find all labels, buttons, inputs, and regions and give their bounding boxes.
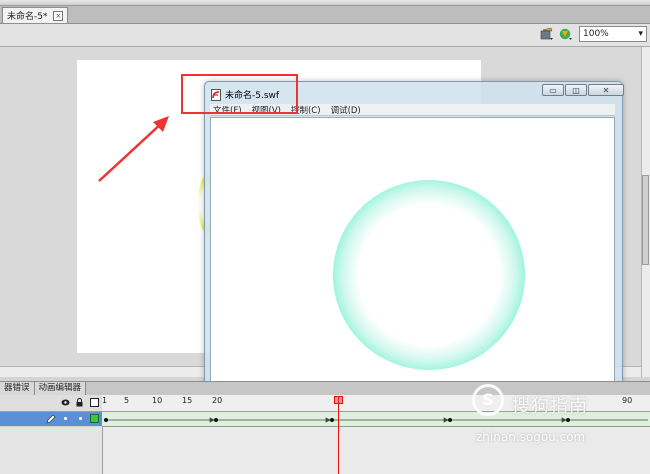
document-tab-bar: 未命名-5* × bbox=[0, 6, 650, 24]
visibility-dot[interactable] bbox=[64, 417, 67, 420]
close-button[interactable]: ✕ bbox=[588, 84, 624, 96]
watermark-logo: S bbox=[472, 384, 504, 416]
playhead[interactable] bbox=[338, 397, 339, 474]
vertical-scrollbar-thumb[interactable] bbox=[642, 175, 649, 265]
playhead-handle[interactable] bbox=[334, 396, 343, 404]
annotation-arrow bbox=[98, 116, 169, 182]
tab-compiler-errors[interactable]: 器错误 bbox=[0, 382, 35, 395]
lock-icon[interactable] bbox=[76, 398, 83, 407]
lock-dot[interactable] bbox=[79, 417, 82, 420]
eye-icon[interactable] bbox=[61, 399, 70, 406]
edit-symbol-icon[interactable] bbox=[540, 27, 554, 41]
watermark-url: zhinan.sogou.com bbox=[476, 430, 586, 444]
outline-icon[interactable] bbox=[90, 398, 99, 407]
ruler-tick: 5 bbox=[124, 396, 130, 405]
document-tab-label: 未命名-5* bbox=[7, 12, 48, 22]
highlight-box bbox=[181, 74, 298, 114]
minimize-button[interactable]: ▭ bbox=[542, 84, 564, 96]
close-icon[interactable]: × bbox=[53, 10, 64, 21]
layer-color-swatch[interactable] bbox=[90, 414, 99, 423]
zoom-value: 100% bbox=[583, 29, 609, 39]
layer-header bbox=[0, 395, 102, 412]
ruler-tick: 10 bbox=[152, 396, 163, 405]
watermark-text: 搜狗指南 bbox=[512, 396, 588, 417]
zoom-select[interactable]: 100% ▾ bbox=[579, 26, 647, 42]
ruler-tick: 20 bbox=[212, 396, 223, 405]
menu-debug[interactable]: 调试(D) bbox=[331, 104, 361, 116]
pencil-icon bbox=[46, 414, 56, 424]
ruler-tick: 90 bbox=[622, 396, 633, 405]
layer-row[interactable] bbox=[0, 412, 102, 426]
gradient-ring bbox=[333, 180, 525, 370]
restore-button[interactable]: ◫ bbox=[565, 84, 587, 96]
window-controls: ▭ ◫ ✕ bbox=[541, 84, 624, 96]
layer-list-empty bbox=[0, 427, 103, 474]
ruler-tick: 1 bbox=[102, 396, 108, 405]
edit-bar: 100% ▾ bbox=[0, 24, 650, 47]
ruler-tick: 15 bbox=[182, 396, 193, 405]
tab-motion-editor[interactable]: 动画编辑器 bbox=[34, 382, 87, 395]
edit-scene-icon[interactable] bbox=[559, 27, 573, 41]
chevron-down-icon: ▾ bbox=[638, 29, 643, 39]
document-tab[interactable]: 未命名-5* × bbox=[2, 7, 69, 23]
